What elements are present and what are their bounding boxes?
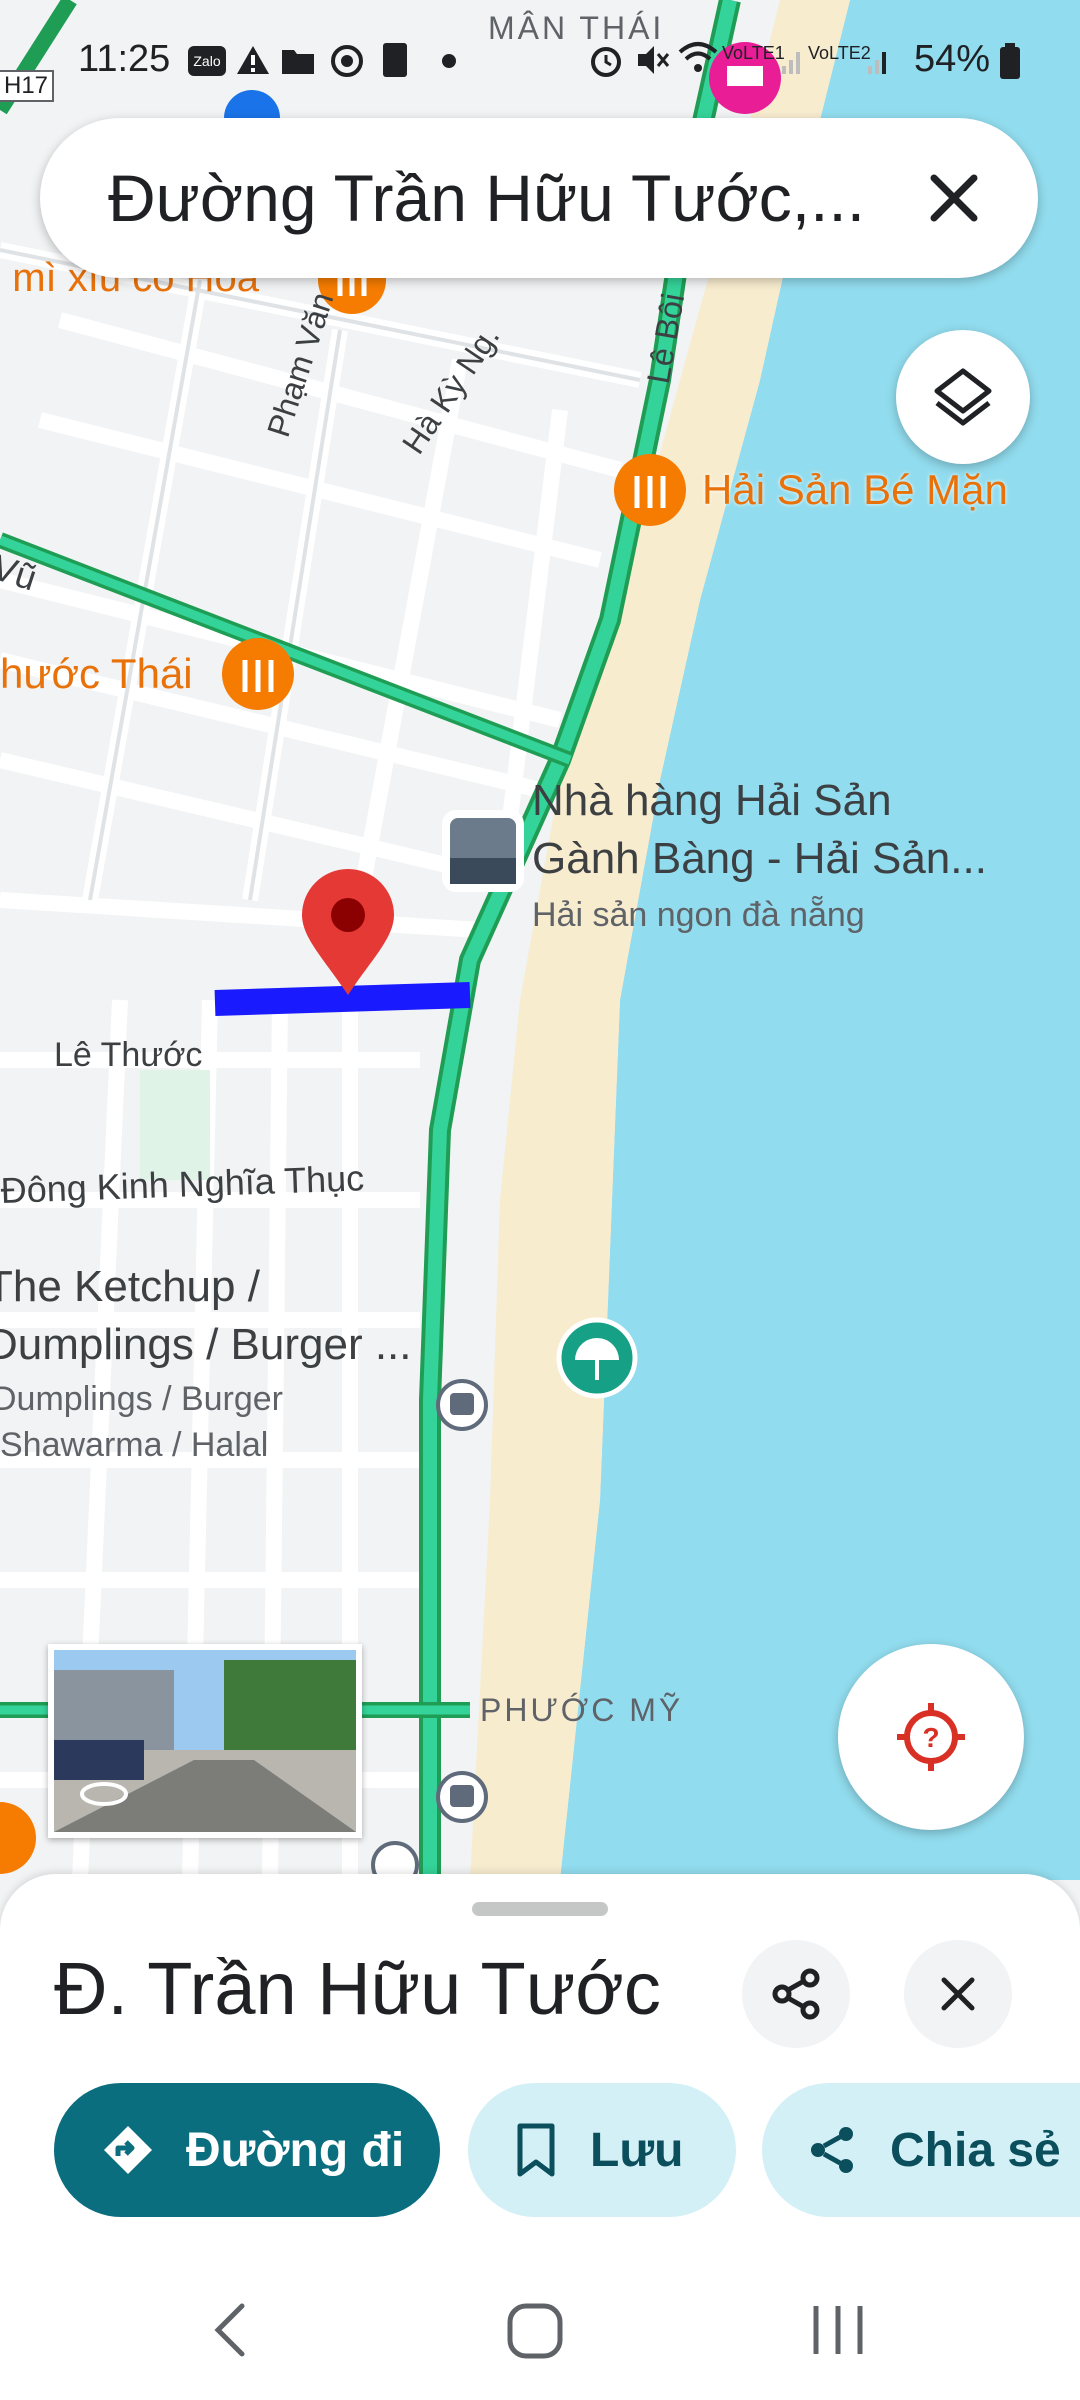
search-query[interactable]: Đường Trần Hữu Tước,...: [108, 160, 865, 236]
close-icon: [941, 1977, 975, 2011]
screen-recorder-icon: [331, 45, 363, 77]
place-title: Đ. Trần Hữu Tước: [54, 1947, 661, 2030]
svg-text:?: ?: [922, 1722, 939, 1753]
street-view-thumbnail[interactable]: [48, 1644, 362, 1838]
alarm-icon: [591, 47, 621, 77]
sim2-network-label: VoLTE2: [808, 43, 871, 63]
map-label-ketchup-4: Shawarma / Halal: [0, 1426, 269, 1464]
map-label-ketchup-1[interactable]: The Ketchup /: [0, 1262, 260, 1312]
my-location-button[interactable]: ?: [838, 1644, 1024, 1830]
back-icon[interactable]: [206, 2300, 256, 2360]
sheet-drag-handle[interactable]: [472, 1902, 608, 1916]
map-label-le-thuoc: Lê Thước: [54, 1036, 203, 1074]
share-icon: [772, 1968, 820, 2020]
layers-icon: [934, 368, 992, 426]
directions-button[interactable]: Đường đi: [54, 2083, 440, 2217]
share-button[interactable]: [742, 1940, 850, 2048]
save-label: Lưu: [590, 2123, 684, 2177]
rotate-360-icon: [80, 1782, 128, 1806]
system-navigation-bar: [0, 2260, 1080, 2400]
restaurant-photo-marker[interactable]: [442, 810, 524, 892]
search-bar[interactable]: Đường Trần Hữu Tước,...: [40, 118, 1038, 278]
my-location-icon: ?: [897, 1703, 965, 1771]
share-action-label: Chia sẻ: [890, 2123, 1061, 2177]
map-label-ketchup-3: Dumplings / Burger: [0, 1380, 284, 1418]
status-time: 11:25: [78, 38, 171, 80]
map-label-ketchup-2[interactable]: Dumplings / Burger ...: [0, 1320, 412, 1370]
directions-icon: [104, 2126, 152, 2174]
notification-dot-icon: [442, 54, 456, 68]
mute-icon: [638, 46, 670, 74]
battery-icon: [1000, 43, 1020, 79]
folder-icon: [282, 50, 314, 74]
close-icon[interactable]: [912, 156, 996, 240]
alert-icon: [237, 46, 269, 74]
zalo-icon: Zalo: [188, 46, 226, 76]
bookmark-icon: [517, 2123, 555, 2177]
signal-icon: [868, 52, 886, 74]
status-bar: 11:25 Zalo VoLTE1 VoLTE2 54%: [0, 0, 1080, 120]
share-action-button[interactable]: Chia sẻ: [762, 2083, 1080, 2217]
map-label-restaurant-gb-2[interactable]: Gành Bàng - Hải Sản...: [532, 834, 987, 884]
map-label-restaurant-gb-sub: Hải sản ngon đà nẵng: [532, 896, 865, 934]
beach-umbrella-marker-icon[interactable]: [556, 1317, 638, 1399]
layers-button[interactable]: [896, 330, 1030, 464]
bus-stop-icon[interactable]: [436, 1771, 488, 1823]
recents-icon[interactable]: [806, 2300, 870, 2360]
save-button[interactable]: Lưu: [468, 2083, 736, 2217]
map-label-area-phuoc-my: PHƯỚC MỸ: [480, 1692, 684, 1728]
home-icon[interactable]: [504, 2300, 568, 2360]
sim1-network-label: VoLTE1: [722, 43, 785, 63]
bus-stop-icon[interactable]: [436, 1379, 488, 1431]
sim-icon: [383, 43, 407, 77]
directions-label: Đường đi: [186, 2123, 405, 2177]
map-label-hai-san-be-man[interactable]: Hải Sản Bé Mặn: [702, 466, 1008, 514]
map-label-restaurant-gb-1[interactable]: Nhà hàng Hải Sản: [532, 776, 892, 826]
wifi-icon: [678, 42, 718, 72]
signal-icon: [782, 52, 800, 74]
restaurant-marker-icon[interactable]: [614, 454, 686, 526]
selected-road-highlight: [214, 982, 471, 1016]
map-label-phuoc-thai[interactable]: hước Thái: [0, 650, 193, 698]
restaurant-marker-icon[interactable]: [222, 638, 294, 710]
share-icon: [811, 2127, 853, 2173]
battery-percent: 54%: [913, 38, 990, 80]
close-sheet-button[interactable]: [904, 1940, 1012, 2048]
